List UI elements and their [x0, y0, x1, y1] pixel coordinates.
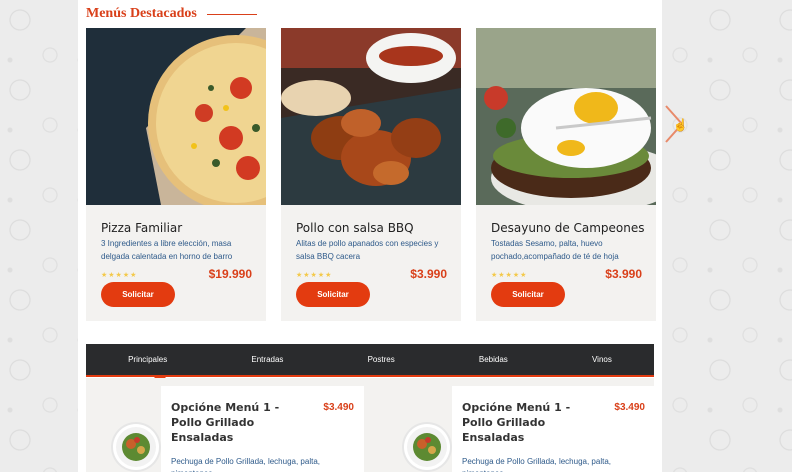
card-price: $3.990	[410, 267, 447, 281]
tab-entradas[interactable]: Entradas	[251, 355, 283, 364]
tab-postres[interactable]: Postres	[368, 355, 395, 364]
pizza-image	[86, 28, 266, 205]
order-button[interactable]: Solicitar	[101, 282, 175, 307]
rating-stars: ★★★★★	[491, 272, 528, 279]
menu-items-area: Opcióne Menú 1 - Pollo Grillado Ensalada…	[86, 378, 655, 472]
menu-card-breakfast[interactable]: Desayuno de Campeones Tostadas Sesamo, p…	[476, 28, 656, 321]
menu-item[interactable]: Opcióne Menú 1 - Pollo Grillado Ensalada…	[113, 386, 364, 472]
menu-item-price: $3.490	[614, 402, 645, 413]
salad-dish-icon	[113, 424, 159, 470]
section-heading: Menús Destacados	[86, 6, 257, 22]
card-price: $19.990	[208, 267, 252, 281]
hand-cursor-icon: ☝	[673, 118, 688, 132]
rating-stars: ★★★★★	[101, 272, 138, 279]
card-description: Alitas de pollo apanados con especies y …	[296, 239, 439, 261]
featured-cards: Pizza Familiar 3 Ingredientes a libre el…	[86, 28, 656, 321]
tab-principales[interactable]: Principales	[128, 355, 167, 364]
section-title: Menús Destacados	[86, 6, 197, 21]
salad-dish-icon	[404, 424, 450, 470]
menu-item-description: Pechuga de Pollo Grillada, lechuga, palt…	[462, 457, 611, 472]
bbq-chicken-image	[281, 28, 461, 205]
card-description: 3 Ingredientes a libre elección, masa de…	[101, 239, 233, 261]
menu-item-price: $3.490	[323, 402, 354, 413]
card-description: Tostadas Sesamo, palta, huevo pochado,ac…	[491, 239, 619, 261]
breakfast-image	[476, 28, 656, 205]
card-title: Pollo con salsa BBQ	[296, 221, 414, 235]
menu-category-tabs: Principales Entradas Postres Bebidas Vin…	[86, 344, 654, 377]
menu-card-bbq-chicken[interactable]: Pollo con salsa BBQ Alitas de pollo apan…	[281, 28, 461, 321]
card-title: Pizza Familiar	[101, 221, 183, 235]
menu-item-title: Opcióne Menú 1 - Pollo Grillado Ensalada…	[171, 401, 280, 444]
tab-vinos[interactable]: Vinos	[592, 355, 612, 364]
menu-card-pizza[interactable]: Pizza Familiar 3 Ingredientes a libre el…	[86, 28, 266, 321]
title-underline	[206, 13, 257, 15]
card-title: Desayuno de Campeones	[491, 221, 645, 235]
menu-item[interactable]: Opcióne Menú 1 - Pollo Grillado Ensalada…	[404, 386, 655, 472]
order-button[interactable]: Solicitar	[296, 282, 370, 307]
rating-stars: ★★★★★	[296, 272, 333, 279]
menu-item-title: Opcióne Menú 1 - Pollo Grillado Ensalada…	[462, 401, 571, 444]
card-price: $3.990	[605, 267, 642, 281]
order-button[interactable]: Solicitar	[491, 282, 565, 307]
menu-item-description: Pechuga de Pollo Grillada, lechuga, palt…	[171, 457, 320, 472]
tab-bebidas[interactable]: Bebidas	[479, 355, 508, 364]
page-container: Menús Destacados Pizza Familiar 3 Ingred…	[78, 0, 662, 472]
